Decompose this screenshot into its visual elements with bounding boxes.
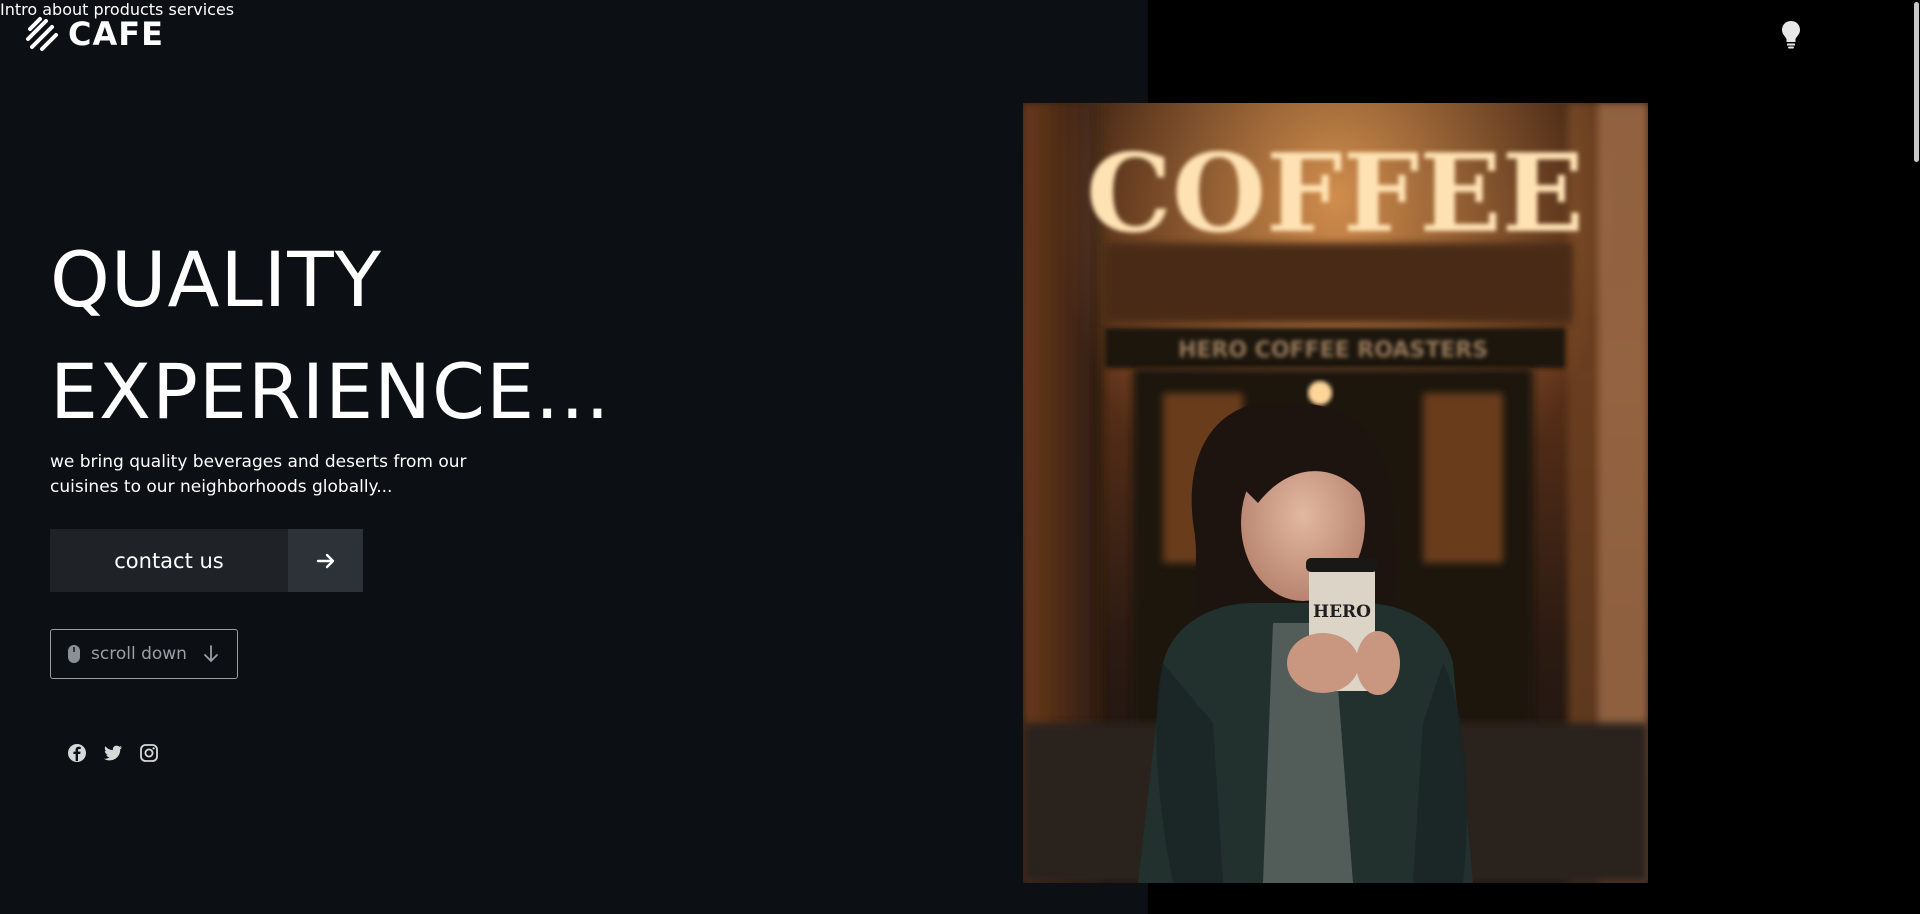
mouse-icon — [68, 645, 80, 663]
storefront-text: HERO COFFEE ROASTERS — [1178, 338, 1488, 363]
hero-title-line1: QUALITY — [50, 235, 383, 324]
nav-item-services[interactable]: services — [168, 0, 234, 19]
lightbulb-icon[interactable] — [1780, 20, 1802, 50]
hero-subtitle: we bring quality beverages and deserts f… — [50, 452, 467, 497]
scroll-down-label: scroll down — [91, 644, 187, 664]
scroll-down-button[interactable]: scroll down — [50, 629, 238, 679]
arrow-right-icon — [288, 529, 363, 592]
hero-photo: COFFEE HERO COFFEE ROASTERS HERO — [1023, 103, 1648, 883]
logo-mark-icon — [26, 17, 58, 51]
facebook-icon[interactable] — [67, 743, 87, 763]
contact-us-button[interactable]: contact us — [50, 529, 363, 592]
cup-brand-text: HERO — [1313, 602, 1371, 622]
page-scrollbar[interactable] — [1912, 0, 1920, 914]
instagram-icon[interactable] — [139, 743, 159, 763]
coffee-sign-text: COFFEE — [1086, 131, 1584, 257]
logo-text: CAFE — [68, 15, 164, 53]
logo[interactable]: CAFE — [24, 14, 164, 54]
hero-title-line2: EXPERIENCE... — [50, 347, 611, 436]
contact-us-label: contact us — [50, 529, 288, 592]
arrow-down-icon — [204, 645, 218, 662]
scrollbar-thumb[interactable] — [1914, 2, 1919, 162]
twitter-icon[interactable] — [103, 743, 123, 763]
